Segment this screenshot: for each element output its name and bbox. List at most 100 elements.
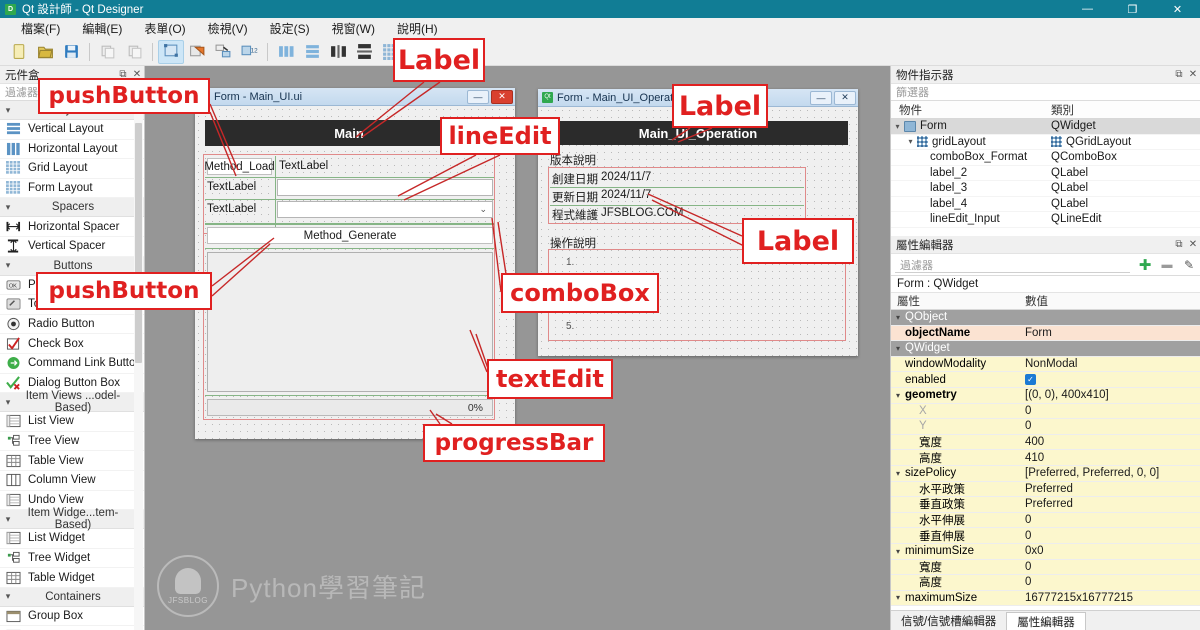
property-row[interactable]: 寬度 400 — [891, 434, 1200, 451]
widget-item-check-box[interactable]: Check Box — [0, 334, 144, 354]
object-inspector-row[interactable]: ▾ Form QWidget — [891, 119, 1200, 135]
column-header-value[interactable]: 數值 — [1019, 293, 1048, 309]
widget-item-tree-widget[interactable]: Tree Widget — [0, 549, 144, 569]
object-inspector-row[interactable]: label_3 QLabel — [891, 181, 1200, 197]
menu-form[interactable]: 表單(O) — [133, 18, 196, 39]
object-inspector-row[interactable]: label_4 QLabel — [891, 197, 1200, 212]
widget-box-list[interactable]: ▾LayoutsVertical LayoutHorizontal Layout… — [0, 101, 144, 630]
property-row[interactable]: X0 — [891, 403, 1200, 420]
chevron-down-icon[interactable]: ▾ — [891, 313, 905, 322]
widget-item-tree-view[interactable]: Tree View — [0, 432, 144, 452]
open-form-icon[interactable] — [32, 40, 58, 64]
widget-item-form-layout[interactable]: Form Layout — [0, 179, 144, 199]
remove-property-icon[interactable]: ▬ — [1156, 259, 1178, 271]
configure-property-icon[interactable]: ✎ — [1178, 258, 1200, 272]
maximize-button[interactable]: ❐ — [1110, 0, 1155, 18]
edit-signals-slots-icon[interactable] — [184, 40, 210, 64]
widget-item-grid-layout[interactable]: Grid Layout — [0, 159, 144, 179]
property-row[interactable]: 高度 410 — [891, 450, 1200, 466]
widget-item-table-widget[interactable]: Table Widget — [0, 568, 144, 588]
progress-bar[interactable]: 0% — [207, 399, 493, 416]
line-edit-input[interactable] — [277, 179, 493, 196]
object-inspector-row[interactable]: ▾ gridLayout QGridLayout — [891, 135, 1200, 150]
chevron-down-icon[interactable]: ▾ — [891, 547, 905, 556]
column-header-object[interactable]: 物件 — [891, 102, 1051, 118]
widget-group-itemviews[interactable]: ▾ Item Views ...odel-Based) — [0, 390, 144, 414]
widget-item-column-view[interactable]: Column View — [0, 471, 144, 491]
menu-edit[interactable]: 編輯(E) — [71, 18, 133, 39]
redo-icon[interactable] — [121, 40, 147, 64]
widget-item-list-widget[interactable]: List Widget — [0, 529, 144, 549]
property-row[interactable]: ▾ sizePolicy [Preferred, Preferred, 0, 0] — [891, 465, 1200, 482]
form-op-minimize-button[interactable]: — — [810, 90, 832, 105]
property-row[interactable]: Y0 — [891, 419, 1200, 435]
widget-item-vertical-spacer[interactable]: Vertical Spacer — [0, 237, 144, 257]
menu-file[interactable]: 檔案(F) — [10, 18, 71, 39]
property-row[interactable]: 寬度 0 — [891, 559, 1200, 576]
property-editor-filter-input[interactable]: 過濾器 — [895, 257, 1130, 273]
property-row[interactable]: 垂直伸展 0 — [891, 528, 1200, 544]
object-inspector-row[interactable]: comboBox_Format QComboBox — [891, 150, 1200, 166]
property-row[interactable]: 水平政策 Preferred — [891, 481, 1200, 498]
widget-box-scrollbar[interactable] — [134, 101, 143, 630]
form-main-close-button[interactable]: ✕ — [491, 89, 513, 104]
layout-vertically-icon[interactable] — [299, 40, 325, 64]
minimize-button[interactable]: — — [1065, 0, 1110, 18]
edit-widgets-icon[interactable] — [158, 39, 184, 64]
property-row[interactable]: ▾ geometry [(0, 0), 400x410] — [891, 387, 1200, 404]
property-editor-close-icon[interactable]: ✕ — [1186, 239, 1200, 250]
new-form-icon[interactable] — [6, 40, 32, 64]
menu-help[interactable]: 說明(H) — [386, 18, 449, 39]
add-property-icon[interactable]: ✚ — [1134, 256, 1156, 274]
form-main-minimize-button[interactable]: — — [467, 89, 489, 104]
object-inspector-float-icon[interactable]: ⧉ — [1172, 69, 1186, 80]
column-header-class[interactable]: 類別 — [1051, 102, 1074, 118]
widget-item-horizontal-layout[interactable]: Horizontal Layout — [0, 140, 144, 160]
combo-box-format[interactable]: ⌄ — [277, 201, 493, 218]
property-row[interactable]: objectName Form — [891, 325, 1200, 342]
widget-item-command-link-button[interactable]: Command Link Button — [0, 354, 144, 374]
menu-settings[interactable]: 設定(S) — [259, 18, 321, 39]
chevron-down-icon[interactable]: ▾ — [891, 344, 905, 353]
widget-item-list-view[interactable]: List View — [0, 412, 144, 432]
method-generate-button[interactable]: Method_Generate — [207, 227, 493, 244]
chevron-down-icon[interactable]: ▾ — [891, 593, 905, 602]
property-row[interactable]: 高度 0 — [891, 575, 1200, 591]
text-edit-output[interactable] — [207, 252, 493, 392]
object-inspector-close-icon[interactable]: ✕ — [1186, 69, 1200, 80]
method-load-button[interactable]: Method_Load — [204, 158, 275, 175]
widget-item-vertical-layout[interactable]: Vertical Layout — [0, 120, 144, 140]
edit-tab-order-icon[interactable]: 123 — [236, 40, 262, 64]
object-inspector-tree[interactable]: ▾ Form QWidget ▾ gridLayout QGridLayout comboB… — [891, 119, 1200, 228]
widget-group-containers[interactable]: ▾ Containers — [0, 587, 144, 607]
property-editor-tab[interactable]: 屬性編輯器 — [1006, 612, 1086, 630]
object-inspector-filter-input[interactable]: 篩選器 — [891, 84, 1200, 101]
undo-icon[interactable] — [95, 40, 121, 64]
widget-item-radio-button[interactable]: Radio Button — [0, 315, 144, 335]
widget-item-table-view[interactable]: Table View — [0, 451, 144, 471]
form-op-close-button[interactable]: ✕ — [834, 90, 856, 105]
property-row[interactable]: windowModality NonModal — [891, 356, 1200, 373]
close-button[interactable]: ✕ — [1155, 0, 1200, 18]
property-row[interactable]: 垂直政策 Preferred — [891, 497, 1200, 513]
column-header-property[interactable]: 屬性 — [891, 293, 1019, 309]
layout-splitter-v-icon[interactable] — [351, 40, 377, 64]
widget-group-itemwidgets[interactable]: ▾ Item Widge...tem-Based) — [0, 507, 144, 531]
widget-group-spacers[interactable]: ▾ Spacers — [0, 198, 144, 218]
menu-window[interactable]: 視窗(W) — [321, 18, 386, 39]
object-inspector-row[interactable]: label_2 QLabel — [891, 166, 1200, 181]
edit-buddies-icon[interactable] — [210, 40, 236, 64]
property-row[interactable]: ▾ minimumSize 0x0 — [891, 543, 1200, 560]
layout-splitter-h-icon[interactable] — [325, 40, 351, 64]
layout-horizontally-icon[interactable] — [273, 40, 299, 64]
widget-item-horizontal-spacer[interactable]: Horizontal Spacer — [0, 217, 144, 237]
property-row[interactable]: 水平伸展 0 — [891, 512, 1200, 529]
chevron-down-icon[interactable]: ▾ — [891, 391, 905, 400]
form-main-canvas[interactable]: Main Method_Load TextLabel TextLabel Tex… — [195, 106, 515, 439]
widget-item-scroll-area[interactable]: Scroll Area — [0, 626, 144, 630]
save-form-icon[interactable] — [58, 40, 84, 64]
property-row[interactable]: ▾ QWidget — [891, 341, 1200, 357]
chevron-down-icon[interactable]: ▾ — [891, 469, 905, 478]
property-row[interactable]: enabled ✓ — [891, 372, 1200, 388]
object-inspector-row[interactable]: lineEdit_Input QLineEdit — [891, 212, 1200, 228]
